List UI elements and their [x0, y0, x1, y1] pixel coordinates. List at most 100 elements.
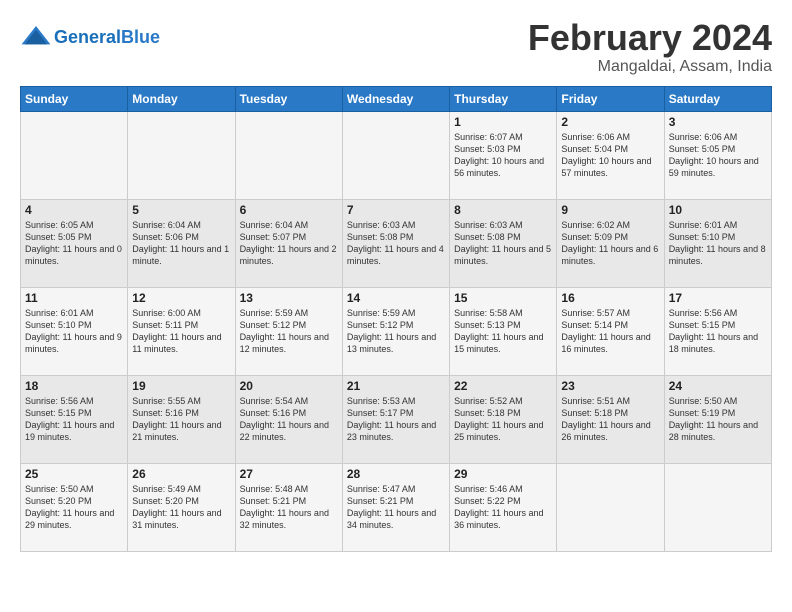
logo-icon [20, 22, 52, 54]
day-number: 16 [561, 291, 659, 305]
calendar-cell: 14 Sunrise: 5:59 AM Sunset: 5:12 PM Dayli… [342, 287, 449, 375]
day-number: 21 [347, 379, 445, 393]
day-info: Sunrise: 6:04 AM Sunset: 5:07 PM Dayligh… [240, 219, 338, 268]
day-number: 5 [132, 203, 230, 217]
day-info: Sunrise: 5:52 AM Sunset: 5:18 PM Dayligh… [454, 395, 552, 444]
day-info: Sunrise: 5:50 AM Sunset: 5:20 PM Dayligh… [25, 483, 123, 532]
calendar-cell: 11Sunrise: 6:01 AM Sunset: 5:10 PM Dayli… [21, 287, 128, 375]
header-saturday: Saturday [664, 86, 771, 111]
calendar-cell: 7 Sunrise: 6:03 AM Sunset: 5:08 PM Daylig… [342, 199, 449, 287]
day-number: 22 [454, 379, 552, 393]
day-info: Sunrise: 6:00 AM Sunset: 5:11 PM Dayligh… [132, 307, 230, 356]
calendar-cell: 3 Sunrise: 6:06 AM Sunset: 5:05 PM Daylig… [664, 111, 771, 199]
calendar-cell: 6 Sunrise: 6:04 AM Sunset: 5:07 PM Daylig… [235, 199, 342, 287]
location: Mangaldai, Assam, India [528, 58, 772, 76]
day-number: 25 [25, 467, 123, 481]
title-block: February 2024 Mangaldai, Assam, India [528, 18, 772, 76]
calendar-cell: 28Sunrise: 5:47 AM Sunset: 5:21 PM Dayli… [342, 463, 449, 551]
day-number: 27 [240, 467, 338, 481]
day-info: Sunrise: 5:50 AM Sunset: 5:19 PM Dayligh… [669, 395, 767, 444]
day-info: Sunrise: 5:49 AM Sunset: 5:20 PM Dayligh… [132, 483, 230, 532]
day-number: 17 [669, 291, 767, 305]
calendar-cell [557, 463, 664, 551]
logo-blue: Blue [121, 27, 160, 47]
calendar-cell: 2 Sunrise: 6:06 AM Sunset: 5:04 PM Daylig… [557, 111, 664, 199]
day-info: Sunrise: 6:01 AM Sunset: 5:10 PM Dayligh… [669, 219, 767, 268]
logo-general: General [54, 27, 121, 47]
calendar-cell: 25 Sunrise: 5:50 AM Sunset: 5:20 PM Dayli… [21, 463, 128, 551]
day-info: Sunrise: 6:03 AM Sunset: 5:08 PM Dayligh… [454, 219, 552, 268]
header: GeneralBlue February 2024 Mangaldai, Ass… [20, 18, 772, 76]
day-info: Sunrise: 6:06 AM Sunset: 5:04 PM Dayligh… [561, 131, 659, 180]
day-info: Sunrise: 5:58 AM Sunset: 5:13 PM Dayligh… [454, 307, 552, 356]
calendar-cell [21, 111, 128, 199]
calendar-table: Sunday Monday Tuesday Wednesday Thursday… [20, 86, 772, 552]
day-info: Sunrise: 6:07 AM Sunset: 5:03 PM Dayligh… [454, 131, 552, 180]
day-info: Sunrise: 5:55 AM Sunset: 5:16 PM Dayligh… [132, 395, 230, 444]
calendar-cell: 21Sunrise: 5:53 AM Sunset: 5:17 PM Dayli… [342, 375, 449, 463]
day-number: 9 [561, 203, 659, 217]
day-info: Sunrise: 5:59 AM Sunset: 5:12 PM Dayligh… [347, 307, 445, 356]
day-info: Sunrise: 6:06 AM Sunset: 5:05 PM Dayligh… [669, 131, 767, 180]
header-row: Sunday Monday Tuesday Wednesday Thursday… [21, 86, 772, 111]
day-info: Sunrise: 6:02 AM Sunset: 5:09 PM Dayligh… [561, 219, 659, 268]
calendar-cell: 4 Sunrise: 6:05 AM Sunset: 5:05 PM Daylig… [21, 199, 128, 287]
day-number: 19 [132, 379, 230, 393]
day-number: 13 [240, 291, 338, 305]
day-info: Sunrise: 6:05 AM Sunset: 5:05 PM Dayligh… [25, 219, 123, 268]
calendar-cell [128, 111, 235, 199]
day-number: 24 [669, 379, 767, 393]
day-number: 26 [132, 467, 230, 481]
day-info: Sunrise: 5:51 AM Sunset: 5:18 PM Dayligh… [561, 395, 659, 444]
calendar-cell: 27Sunrise: 5:48 AM Sunset: 5:21 PM Dayli… [235, 463, 342, 551]
calendar-header: Sunday Monday Tuesday Wednesday Thursday… [21, 86, 772, 111]
calendar-cell: 20Sunrise: 5:54 AM Sunset: 5:16 PM Dayli… [235, 375, 342, 463]
day-number: 20 [240, 379, 338, 393]
header-wednesday: Wednesday [342, 86, 449, 111]
day-number: 18 [25, 379, 123, 393]
day-info: Sunrise: 6:04 AM Sunset: 5:06 PM Dayligh… [132, 219, 230, 268]
day-number: 15 [454, 291, 552, 305]
calendar-cell: 18 Sunrise: 5:56 AM Sunset: 5:15 PM Dayli… [21, 375, 128, 463]
logo: GeneralBlue [20, 22, 160, 54]
calendar-cell: 29Sunrise: 5:46 AM Sunset: 5:22 PM Dayli… [450, 463, 557, 551]
day-number: 2 [561, 115, 659, 129]
page: GeneralBlue February 2024 Mangaldai, Ass… [0, 0, 792, 562]
day-info: Sunrise: 5:59 AM Sunset: 5:12 PM Dayligh… [240, 307, 338, 356]
header-tuesday: Tuesday [235, 86, 342, 111]
day-number: 12 [132, 291, 230, 305]
calendar-cell [664, 463, 771, 551]
calendar-row-0: 1 Sunrise: 6:07 AM Sunset: 5:03 PM Daylig… [21, 111, 772, 199]
day-info: Sunrise: 5:56 AM Sunset: 5:15 PM Dayligh… [669, 307, 767, 356]
day-info: Sunrise: 5:56 AM Sunset: 5:15 PM Dayligh… [25, 395, 123, 444]
header-friday: Friday [557, 86, 664, 111]
calendar-cell: 8Sunrise: 6:03 AM Sunset: 5:08 PM Daylig… [450, 199, 557, 287]
calendar-cell: 13 Sunrise: 5:59 AM Sunset: 5:12 PM Dayli… [235, 287, 342, 375]
calendar-cell: 17 Sunrise: 5:56 AM Sunset: 5:15 PM Dayli… [664, 287, 771, 375]
header-monday: Monday [128, 86, 235, 111]
day-number: 14 [347, 291, 445, 305]
calendar-cell: 15 Sunrise: 5:58 AM Sunset: 5:13 PM Dayli… [450, 287, 557, 375]
day-number: 3 [669, 115, 767, 129]
day-info: Sunrise: 5:46 AM Sunset: 5:22 PM Dayligh… [454, 483, 552, 532]
day-number: 23 [561, 379, 659, 393]
calendar-cell: 22 Sunrise: 5:52 AM Sunset: 5:18 PM Dayli… [450, 375, 557, 463]
day-info: Sunrise: 6:03 AM Sunset: 5:08 PM Dayligh… [347, 219, 445, 268]
day-number: 7 [347, 203, 445, 217]
calendar-cell: 23 Sunrise: 5:51 AM Sunset: 5:18 PM Dayli… [557, 375, 664, 463]
logo-text: GeneralBlue [54, 28, 160, 48]
calendar-row-4: 25 Sunrise: 5:50 AM Sunset: 5:20 PM Dayli… [21, 463, 772, 551]
day-number: 1 [454, 115, 552, 129]
calendar-row-3: 18 Sunrise: 5:56 AM Sunset: 5:15 PM Dayli… [21, 375, 772, 463]
calendar-cell: 19 Sunrise: 5:55 AM Sunset: 5:16 PM Dayli… [128, 375, 235, 463]
calendar-cell: 1 Sunrise: 6:07 AM Sunset: 5:03 PM Daylig… [450, 111, 557, 199]
day-number: 6 [240, 203, 338, 217]
calendar-cell: 10Sunrise: 6:01 AM Sunset: 5:10 PM Dayli… [664, 199, 771, 287]
calendar-row-1: 4 Sunrise: 6:05 AM Sunset: 5:05 PM Daylig… [21, 199, 772, 287]
calendar-row-2: 11Sunrise: 6:01 AM Sunset: 5:10 PM Dayli… [21, 287, 772, 375]
calendar-body: 1 Sunrise: 6:07 AM Sunset: 5:03 PM Daylig… [21, 111, 772, 551]
calendar-cell: 5 Sunrise: 6:04 AM Sunset: 5:06 PM Daylig… [128, 199, 235, 287]
calendar-cell [235, 111, 342, 199]
day-number: 4 [25, 203, 123, 217]
header-sunday: Sunday [21, 86, 128, 111]
